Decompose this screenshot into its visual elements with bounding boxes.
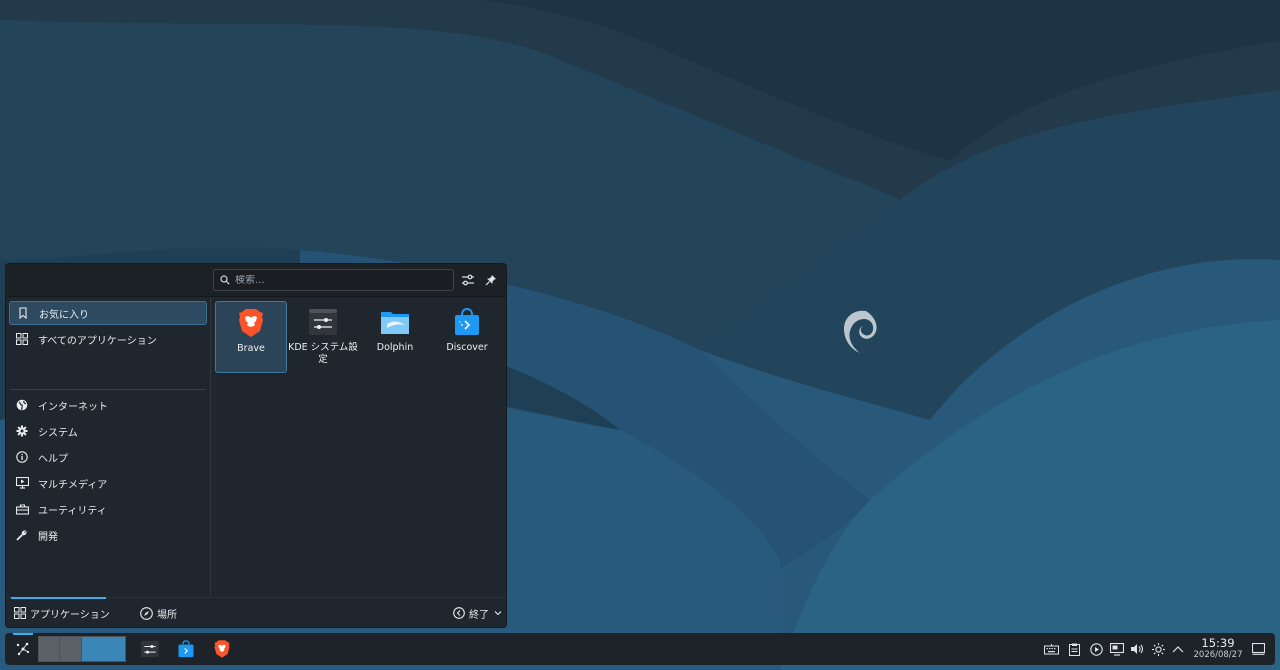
app-label: Brave xyxy=(237,343,265,354)
digital-clock[interactable]: 15:39 2026/08/27 xyxy=(1188,636,1248,661)
category-system[interactable]: システム xyxy=(9,419,207,443)
category-utilities[interactable]: ユーティリティ xyxy=(9,497,207,521)
category-label: 開発 xyxy=(38,531,58,543)
category-label: ユーティリティ xyxy=(38,505,107,517)
brightness-icon[interactable] xyxy=(1150,641,1166,657)
clipboard-icon[interactable] xyxy=(1066,641,1082,657)
debian-start-icon xyxy=(16,642,30,656)
info-icon xyxy=(15,450,29,464)
monitor-play-icon xyxy=(15,476,29,490)
app-tile-kde-settings[interactable]: KDE システム設定 xyxy=(287,301,359,373)
tab-places[interactable]: 場所 xyxy=(140,598,177,628)
leave-label: 終了 xyxy=(469,609,489,621)
search-input[interactable] xyxy=(235,274,435,286)
chevron-down-icon xyxy=(494,611,502,616)
category-label: インターネット xyxy=(38,401,108,413)
category-label: マルチメディア xyxy=(38,479,108,491)
globe-icon xyxy=(15,398,29,412)
keyboard-icon[interactable] xyxy=(1043,641,1059,657)
leave-button[interactable]: 終了 xyxy=(453,598,507,628)
kde-settings-icon xyxy=(141,640,159,658)
category-label: システム xyxy=(38,427,78,439)
dolphin-folder-icon xyxy=(381,312,409,334)
category-sidebar: お気に入り すべてのアプリケーション インターネット システム ヘルプ マルチメ… xyxy=(6,297,211,596)
pager-desktop-active[interactable] xyxy=(82,636,126,662)
expand-arrow-icon[interactable] xyxy=(1170,641,1186,657)
application-launcher-button[interactable] xyxy=(11,633,35,665)
grid-icon xyxy=(15,332,29,346)
debian-logo xyxy=(844,310,877,353)
category-help[interactable]: ヘルプ xyxy=(9,445,207,469)
leave-icon xyxy=(453,607,465,619)
show-desktop-icon xyxy=(1251,643,1265,655)
app-label: Dolphin xyxy=(376,342,414,353)
compass-icon xyxy=(140,606,153,620)
favorites-grid: Brave KDE システム設定 Dolphin Discover xyxy=(211,297,506,596)
brave-icon xyxy=(214,640,230,658)
gear-icon xyxy=(15,424,29,438)
discover-icon xyxy=(455,307,479,335)
app-tile-brave[interactable]: Brave xyxy=(215,301,287,373)
search-icon xyxy=(220,275,230,285)
pin-button[interactable] xyxy=(483,272,499,288)
app-tile-dolphin[interactable]: Dolphin xyxy=(359,301,431,373)
kde-settings-icon xyxy=(309,309,337,335)
clock-time: 15:39 xyxy=(1201,636,1235,650)
virtual-desktop-pager[interactable] xyxy=(38,636,126,662)
launcher-header xyxy=(6,264,506,297)
taskbar-app-brave[interactable] xyxy=(209,633,235,665)
bookmark-icon xyxy=(16,306,30,320)
pager-desktop[interactable] xyxy=(38,636,60,662)
tab-applications[interactable]: アプリケーション xyxy=(14,598,110,628)
pin-icon xyxy=(485,275,496,286)
category-label: ヘルプ xyxy=(38,453,68,465)
display-icon[interactable] xyxy=(1109,641,1125,657)
pager-desktop[interactable] xyxy=(60,636,82,662)
clock-date: 2026/08/27 xyxy=(1193,650,1243,660)
category-favorites[interactable]: お気に入り xyxy=(9,301,207,325)
application-launcher: お気に入り すべてのアプリケーション インターネット システム ヘルプ xyxy=(5,263,507,628)
launcher-footer: アプリケーション 場所 終了 xyxy=(6,597,506,628)
media-play-icon[interactable] xyxy=(1088,641,1104,657)
taskbar-app-kde-settings[interactable] xyxy=(137,633,163,665)
category-multimedia[interactable]: マルチメディア xyxy=(9,471,207,495)
volume-icon[interactable] xyxy=(1129,641,1145,657)
category-all-applications[interactable]: すべてのアプリケーション xyxy=(9,327,207,351)
brave-icon xyxy=(239,309,263,337)
tab-label: 場所 xyxy=(157,609,177,621)
configure-button[interactable] xyxy=(460,272,476,288)
taskbar-panel: 15:39 2026/08/27 xyxy=(5,633,1275,665)
category-development[interactable]: 開発 xyxy=(9,523,207,547)
launcher-active-indicator xyxy=(13,633,33,635)
tab-label: アプリケーション xyxy=(30,609,110,621)
grid-icon xyxy=(14,607,26,619)
taskbar-app-discover[interactable] xyxy=(173,633,199,665)
category-label: すべてのアプリケーション xyxy=(38,335,157,347)
app-label: Discover xyxy=(446,342,488,353)
category-label: お気に入り xyxy=(39,309,89,321)
show-desktop-button[interactable] xyxy=(1250,641,1266,657)
app-tile-discover[interactable]: Discover xyxy=(431,301,503,373)
search-field[interactable] xyxy=(213,269,454,291)
discover-icon xyxy=(178,640,194,658)
toolbox-icon xyxy=(15,502,29,516)
app-label: KDE システム設定 xyxy=(288,342,358,365)
category-internet[interactable]: インターネット xyxy=(9,393,207,417)
sliders-icon xyxy=(462,274,474,286)
wrench-icon xyxy=(15,528,29,542)
sidebar-divider xyxy=(10,389,206,390)
